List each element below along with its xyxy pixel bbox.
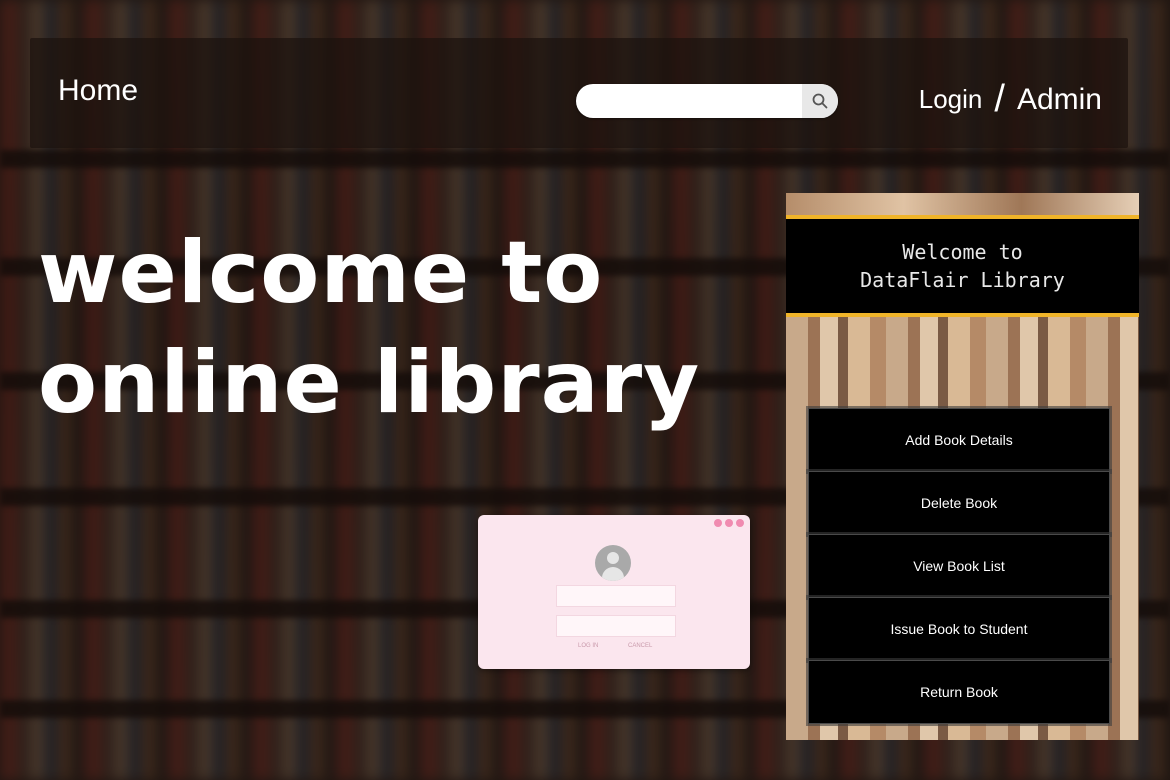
admin-link[interactable]: Admin — [1017, 83, 1102, 117]
window-dot — [736, 519, 744, 527]
username-field — [556, 585, 676, 607]
login-mini-button: LOG IN — [578, 643, 599, 649]
view-book-list-button[interactable]: View Book List — [808, 534, 1110, 598]
app-title-line-1: Welcome to — [902, 240, 1023, 264]
hero-line-1: welcome to — [38, 223, 604, 323]
home-link[interactable]: Home — [58, 74, 138, 108]
window-dot — [725, 519, 733, 527]
hero-line-2: online library — [38, 333, 701, 433]
library-app-panel: Welcome to DataFlair Library Add Book De… — [786, 193, 1139, 740]
search-bar — [576, 84, 838, 118]
cancel-mini-button: CANCEL — [628, 643, 653, 649]
hero-heading: welcome to online library — [38, 218, 700, 438]
login-window-illustration: LOG IN CANCEL — [478, 515, 750, 669]
top-navbar: Home Login / Admin — [30, 38, 1128, 148]
panel-top-strip — [786, 193, 1139, 215]
login-link[interactable]: Login — [919, 84, 983, 115]
issue-book-button[interactable]: Issue Book to Student — [808, 597, 1110, 661]
add-book-details-button[interactable]: Add Book Details — [808, 408, 1110, 472]
avatar-icon — [595, 545, 631, 581]
search-icon — [812, 93, 828, 109]
app-title-banner: Welcome to DataFlair Library — [786, 215, 1139, 317]
password-field — [556, 615, 676, 637]
return-book-button[interactable]: Return Book — [808, 660, 1110, 724]
delete-book-button[interactable]: Delete Book — [808, 471, 1110, 535]
auth-links: Login / Admin — [919, 78, 1102, 121]
window-dot — [714, 519, 722, 527]
search-button[interactable] — [802, 84, 838, 118]
search-input[interactable] — [576, 84, 824, 118]
auth-separator: / — [994, 78, 1005, 120]
window-controls — [714, 519, 744, 527]
app-title-line-2: DataFlair Library — [860, 268, 1065, 292]
